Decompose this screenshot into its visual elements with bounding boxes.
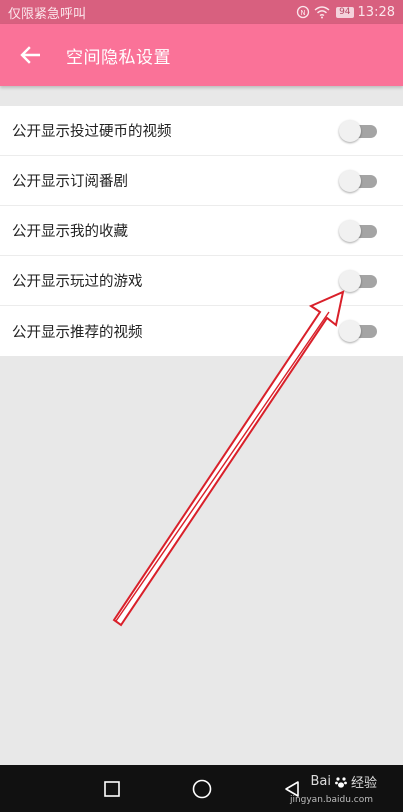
setting-label: 公开显示我的收藏	[12, 224, 128, 240]
toggle-switch[interactable]	[339, 119, 379, 142]
setting-label: 公开显示订阅番剧	[12, 174, 128, 190]
battery-icon: 94	[336, 6, 354, 18]
svg-text:N: N	[300, 9, 305, 17]
status-bar: 仅限紧急呼叫 N 94 13:28	[0, 0, 403, 24]
setting-row-recommended-videos[interactable]: 公开显示推荐的视频	[0, 306, 403, 356]
recents-button[interactable]	[100, 777, 124, 801]
toggle-thumb	[339, 269, 361, 292]
carrier-text: 仅限紧急呼叫	[8, 6, 87, 22]
toggle-switch[interactable]	[339, 219, 379, 242]
wifi-icon	[314, 5, 330, 18]
arrow-left-icon	[20, 46, 40, 64]
watermark-url: jingyan.baidu.com	[289, 795, 373, 805]
setting-row-subscribed-bangumi[interactable]: 公开显示订阅番剧	[0, 156, 403, 206]
baidu-watermark: Bai 经验	[310, 772, 377, 791]
back-button[interactable]	[2, 24, 58, 86]
page-title: 空间隐私设置	[66, 47, 171, 68]
setting-row-coins-videos[interactable]: 公开显示投过硬币的视频	[0, 106, 403, 156]
clock: 13:28	[357, 4, 395, 20]
home-button[interactable]	[190, 777, 214, 801]
setting-label: 公开显示投过硬币的视频	[12, 124, 172, 140]
toggle-thumb	[339, 119, 361, 142]
square-icon	[103, 780, 120, 797]
circle-icon	[192, 779, 211, 798]
settings-list: 公开显示投过硬币的视频 公开显示订阅番剧 公开显示我的收藏 公开显示玩过的游戏 …	[0, 106, 403, 356]
watermark-suffix: 经验	[350, 776, 377, 791]
watermark-brand: Bai	[310, 774, 331, 789]
status-icons: N 94 13:28	[296, 5, 395, 20]
setting-row-favorites[interactable]: 公开显示我的收藏	[0, 206, 403, 256]
toggle-thumb	[339, 219, 361, 242]
toggle-switch[interactable]	[339, 320, 379, 342]
toggle-thumb	[339, 320, 361, 342]
setting-label: 公开显示玩过的游戏	[12, 274, 143, 290]
setting-row-played-games[interactable]: 公开显示玩过的游戏	[0, 256, 403, 306]
paw-icon	[335, 776, 347, 788]
app-bar: 空间隐私设置	[0, 24, 403, 86]
toggle-switch[interactable]	[339, 269, 379, 292]
toggle-switch[interactable]	[339, 169, 379, 192]
nfc-icon: N	[296, 5, 310, 19]
setting-label: 公开显示推荐的视频	[12, 324, 143, 341]
toggle-thumb	[339, 169, 361, 192]
